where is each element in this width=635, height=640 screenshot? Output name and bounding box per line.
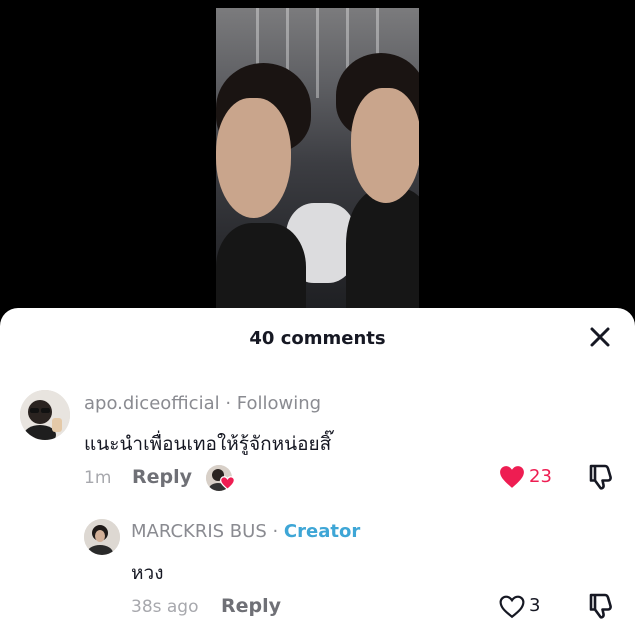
- comments-count-title: 40 comments: [249, 328, 386, 349]
- person-right-face: [351, 88, 419, 203]
- heart-badge-icon: [220, 476, 235, 490]
- like-count: 3: [529, 595, 541, 616]
- reply-button[interactable]: Reply: [221, 595, 281, 617]
- person-right-shirt: [346, 188, 419, 320]
- reply-text: หวง: [131, 562, 164, 584]
- video-area[interactable]: [0, 0, 635, 320]
- comment-text: แนะนำเพื่อนเทอให้รู้จักหน่อยสิ๊: [84, 433, 332, 455]
- reply-button[interactable]: Reply: [132, 466, 192, 488]
- like-heart-icon[interactable]: [499, 465, 525, 489]
- reply-username[interactable]: MARCKRIS BUS · Creator: [131, 521, 360, 542]
- avatar[interactable]: [20, 390, 70, 440]
- reply-time: 38s ago: [131, 597, 199, 617]
- like-heart-icon[interactable]: [499, 595, 525, 619]
- avatar[interactable]: [84, 519, 120, 555]
- like-count: 23: [529, 466, 552, 487]
- dislike-icon[interactable]: [587, 463, 613, 491]
- comment-time: 1m: [84, 468, 112, 488]
- ceiling-light: [316, 8, 319, 98]
- close-icon[interactable]: [587, 324, 613, 350]
- comments-sheet: 40 comments apo.diceofficial · Following…: [0, 308, 635, 640]
- video-frame[interactable]: [216, 8, 419, 320]
- person-left-shirt: [216, 223, 306, 320]
- person-left-face: [216, 98, 291, 218]
- comment-username[interactable]: apo.diceofficial · Following: [84, 393, 321, 414]
- creator-badge: Creator: [283, 521, 361, 542]
- dislike-icon[interactable]: [587, 592, 613, 620]
